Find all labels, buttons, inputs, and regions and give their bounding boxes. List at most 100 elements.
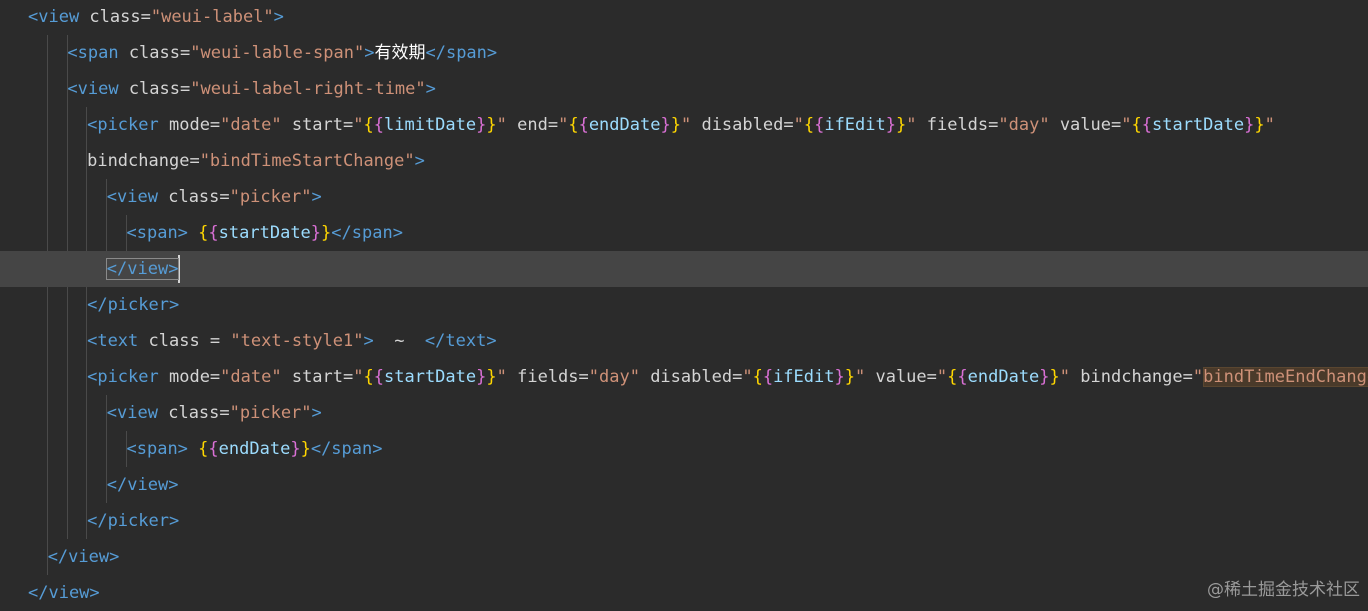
code-token: class = — [138, 331, 231, 351]
code-token: end= — [506, 115, 559, 135]
code-token: </span> — [425, 43, 498, 63]
code-token: "weui-label" — [150, 7, 274, 27]
code-line[interactable]: </view> — [0, 467, 1368, 503]
code-text: <span> {{endDate}}</span> — [127, 431, 383, 467]
code-line[interactable]: <span> {{startDate}}</span> — [0, 215, 1368, 251]
code-token: endDate — [588, 115, 661, 135]
code-editor[interactable]: <view class="weui-label"> <span class="we… — [0, 0, 1368, 606]
code-token: ifEdit — [773, 367, 835, 387]
code-text: <view class="picker"> — [107, 395, 322, 431]
code-token: " — [854, 367, 866, 387]
code-token: " — [793, 115, 804, 135]
code-token: </span> — [310, 439, 383, 459]
code-token: { — [198, 439, 209, 459]
code-token: startDate — [218, 223, 311, 243]
code-token: > — [311, 403, 322, 423]
code-token: } — [476, 115, 487, 135]
code-token: 有效期 — [374, 43, 426, 63]
code-line[interactable]: </picker> — [0, 287, 1368, 323]
code-line[interactable]: <picker mode="date" start="{{startDate}}… — [0, 359, 1368, 395]
code-token: startDate — [384, 367, 477, 387]
code-token: { — [363, 115, 374, 135]
code-token: > — [414, 151, 425, 171]
code-token: endDate — [967, 367, 1040, 387]
code-token: } — [290, 439, 301, 459]
watermark: @稀土掘金技术社区 — [1207, 580, 1360, 600]
code-token: } — [321, 223, 332, 243]
code-token: class= — [79, 7, 151, 27]
code-line-current[interactable]: </view> — [0, 251, 1368, 287]
code-token: " — [496, 367, 507, 387]
code-token: { — [1131, 115, 1142, 135]
code-text: </view> — [105, 251, 181, 287]
code-text: <view class="weui-label-right-time"> — [67, 71, 436, 107]
code-line[interactable]: <span class="weui-lable-span">有效期</span> — [0, 35, 1368, 71]
code-token: bindchange= — [1070, 367, 1193, 387]
code-text: </view> — [48, 539, 120, 575]
code-token: mode= — [158, 115, 221, 135]
code-token: bindTimeEndChange — [1203, 367, 1368, 387]
code-token: " — [496, 115, 507, 135]
code-text: </picker> — [87, 503, 179, 539]
code-token: > — [363, 331, 374, 351]
code-token: } — [1049, 367, 1060, 387]
code-token: disabled= — [639, 367, 743, 387]
code-token: " — [1192, 367, 1204, 387]
code-token: } — [896, 115, 907, 135]
code-line[interactable]: <view class="picker"> — [0, 179, 1368, 215]
code-line[interactable]: </picker> — [0, 503, 1368, 539]
code-token: endDate — [218, 439, 291, 459]
code-text: <span> {{startDate}}</span> — [127, 215, 403, 251]
code-line[interactable]: <span> {{endDate}}</span> — [0, 431, 1368, 467]
code-token: } — [844, 367, 855, 387]
code-token: { — [208, 439, 219, 459]
code-line[interactable]: <picker mode="date" start="{{limitDate}}… — [0, 107, 1368, 143]
code-line[interactable]: <view class="weui-label-right-time"> — [0, 71, 1368, 107]
code-line[interactable]: </view> — [0, 539, 1368, 575]
code-token: mode= — [158, 367, 221, 387]
code-token: "bindTimeStartChange" — [199, 151, 415, 171]
text-cursor — [178, 255, 181, 283]
code-token: <view — [28, 7, 80, 27]
code-text: <view class="weui-label"> — [28, 0, 284, 35]
code-token: { — [373, 367, 384, 387]
code-token: " — [906, 115, 917, 135]
code-token: startDate — [1151, 115, 1245, 135]
code-token: </view> — [106, 475, 179, 495]
code-token: </picker> — [87, 511, 180, 531]
code-token: class= — [118, 79, 191, 99]
code-line[interactable]: <view class="weui-label"> — [0, 0, 1368, 35]
code-text: <view class="picker"> — [107, 179, 322, 215]
code-token: <span — [67, 43, 119, 63]
code-token: " — [353, 367, 364, 387]
code-line[interactable]: <text class = "text-style1"> ~ </text> — [0, 323, 1368, 359]
code-token: "date" — [220, 115, 282, 135]
code-token: "day" — [588, 367, 640, 387]
code-token: { — [762, 367, 774, 387]
code-token: class= — [157, 187, 230, 207]
code-token: "text-style1" — [230, 331, 364, 351]
code-token: { — [814, 115, 825, 135]
code-token: limitDate — [384, 115, 477, 135]
code-token: { — [198, 223, 209, 243]
code-token: "day" — [998, 115, 1050, 135]
code-token: { — [208, 223, 219, 243]
code-token: start= — [281, 367, 354, 387]
code-line[interactable]: <view class="picker"> — [0, 395, 1368, 431]
code-line[interactable]: bindchange="bindTimeStartChange"> — [0, 143, 1368, 179]
code-token: } — [476, 367, 487, 387]
code-token: </span> — [331, 223, 403, 243]
code-token: { — [1141, 115, 1152, 135]
code-token: { — [947, 367, 958, 387]
code-token: <view — [106, 403, 158, 423]
code-token: fields= — [916, 115, 999, 135]
code-token: fields= — [506, 367, 589, 387]
code-token: " — [680, 115, 692, 135]
code-token: <span> — [126, 223, 188, 243]
code-token: } — [670, 115, 681, 135]
code-token: ~ — [373, 331, 425, 351]
code-token: "picker" — [229, 187, 312, 207]
code-token: value= — [1049, 115, 1122, 135]
code-text: </view> — [107, 467, 179, 503]
code-text: <span class="weui-lable-span">有效期</span> — [67, 35, 497, 71]
